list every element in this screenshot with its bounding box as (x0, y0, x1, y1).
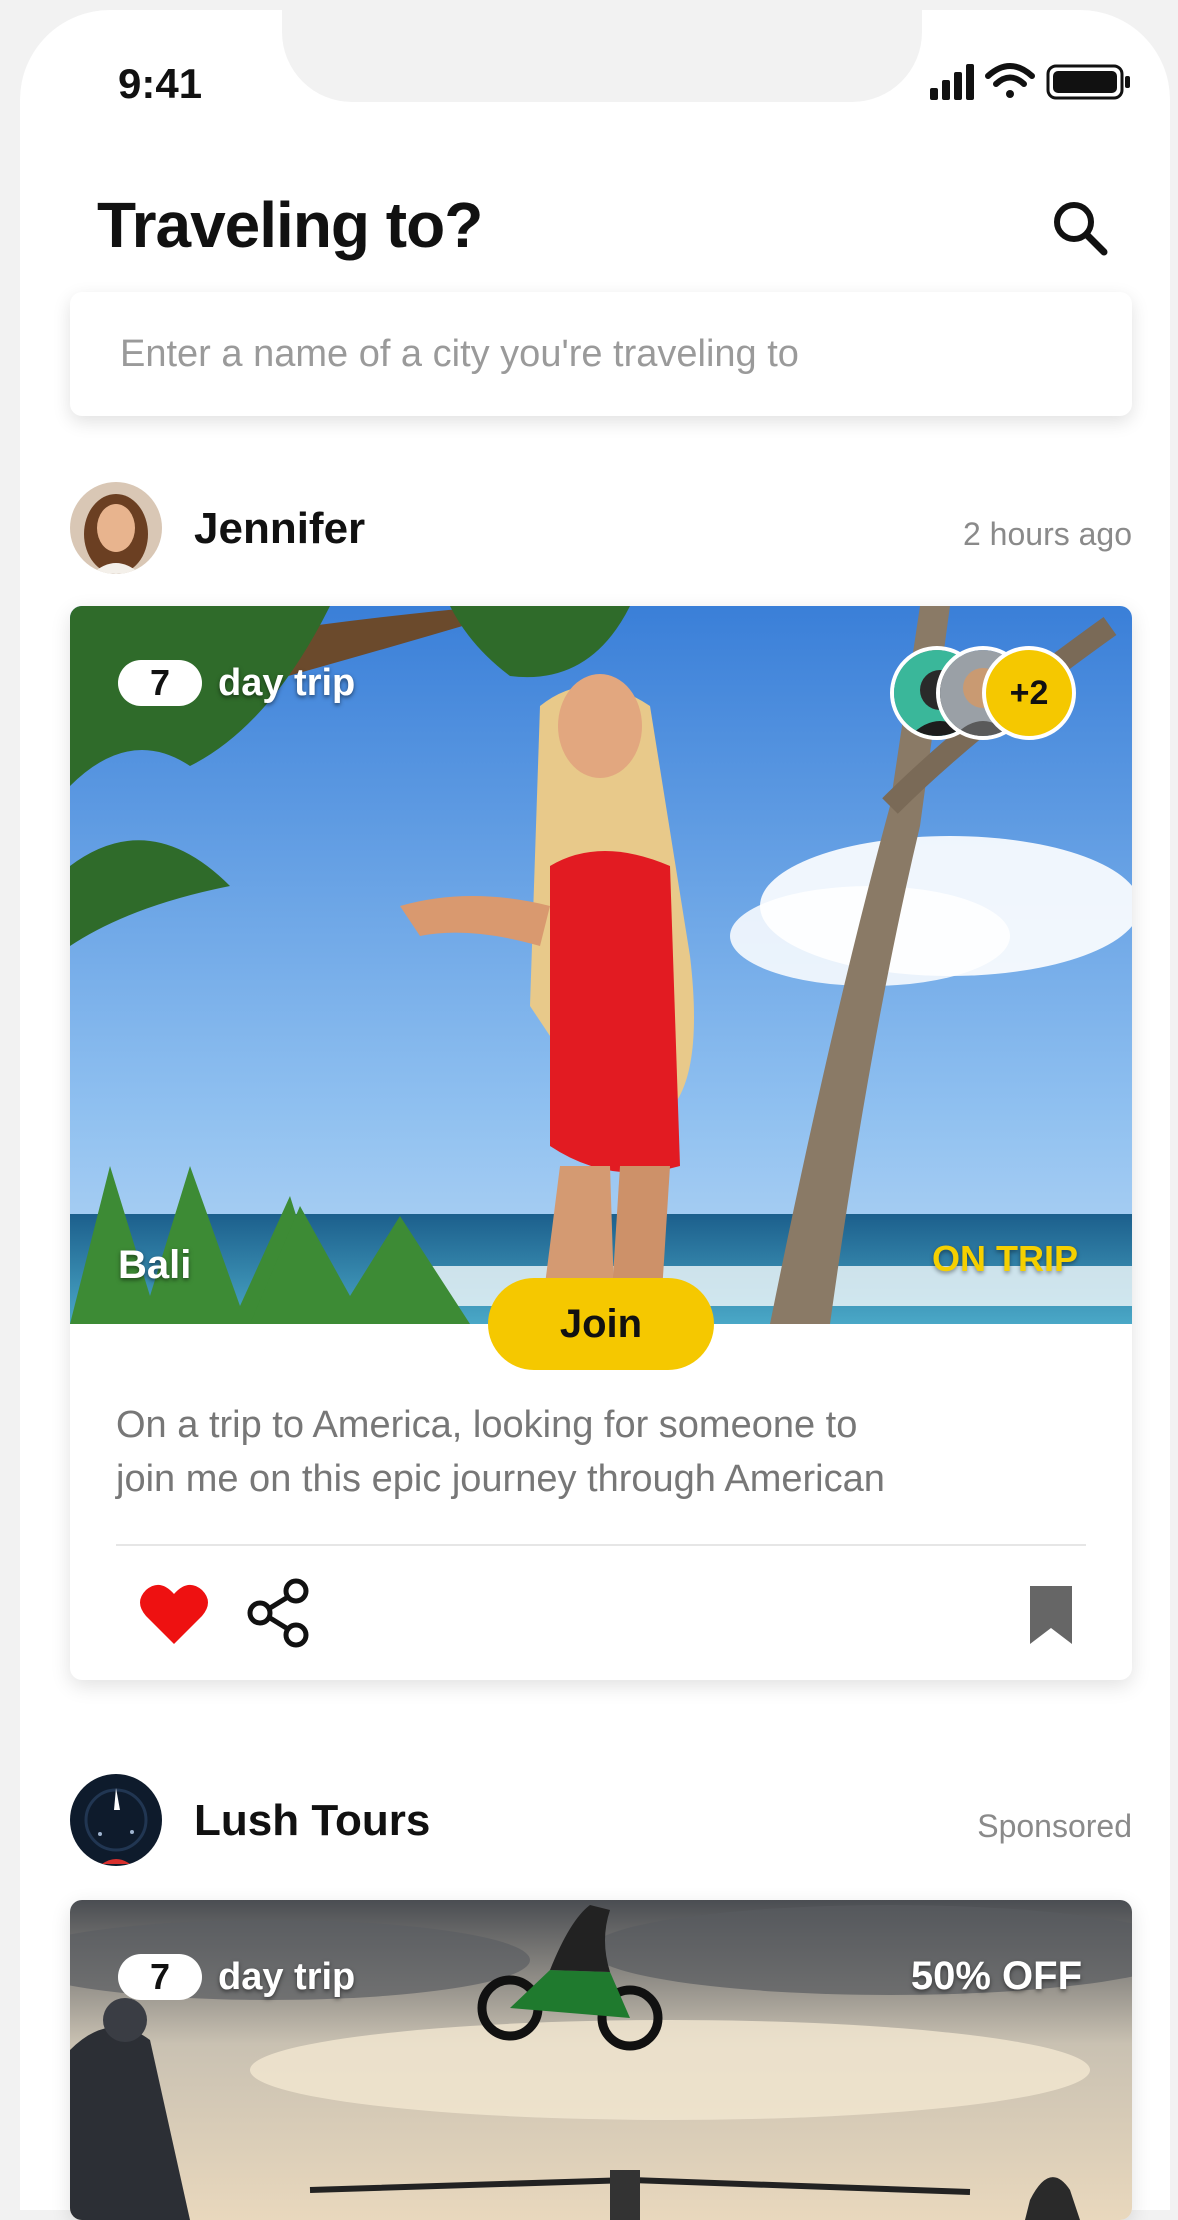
sponsored-label: Sponsored (977, 1808, 1132, 1844)
bookmark-icon[interactable] (1028, 1586, 1074, 1644)
tour-card[interactable]: 7 day trip 50% OFF (70, 1900, 1132, 2220)
search-field[interactable] (70, 292, 1132, 416)
discount-badge: 50% OFF (910, 1954, 1082, 1998)
trip-photo: 7 day trip +2 Bali ON TRIP (70, 606, 1132, 1324)
participants[interactable]: +2 (890, 646, 1082, 742)
divider (116, 1544, 1086, 1546)
post-timestamp: 2 hours ago (962, 516, 1132, 552)
trip-duration-badge: 7 day trip (118, 660, 355, 706)
trip-label: day trip (218, 661, 356, 704)
trip-location: Bali (118, 1243, 192, 1287)
avatar[interactable] (70, 1774, 162, 1866)
share-icon[interactable] (246, 1578, 312, 1648)
trip-card[interactable]: 7 day trip +2 Bali ON TRIP Join On a tri… (70, 606, 1132, 1680)
trip-days: 7 (118, 660, 202, 706)
post-header: Jennifer 2 hours ago (70, 482, 1132, 578)
post-description: On a trip to America, looking for someon… (116, 1398, 1086, 1506)
trip-status: ON TRIP (931, 1238, 1078, 1279)
heart-icon[interactable] (138, 1582, 210, 1646)
trip-label: day trip (218, 1955, 356, 1998)
battery-icon (1046, 64, 1130, 100)
signal-icon (930, 64, 974, 100)
trip-days: 7 (118, 1954, 202, 2000)
tour-photo: 7 day trip 50% OFF (70, 1900, 1132, 2220)
author-name[interactable]: Jennifer (194, 504, 365, 554)
author-name[interactable]: Lush Tours (194, 1796, 430, 1846)
search-icon[interactable] (1050, 198, 1110, 258)
status-time: 9:41 (118, 60, 203, 107)
join-button[interactable]: Join (488, 1278, 714, 1370)
device-notch (282, 10, 922, 102)
page-title: Traveling to? (97, 189, 483, 261)
post-header: Lush Tours Sponsored (70, 1774, 1132, 1870)
description-line: join me on this epic journey through Ame… (116, 1458, 885, 1500)
description-line: On a trip to America, looking for someon… (116, 1404, 858, 1446)
status-icons (930, 63, 1130, 100)
city-search-input[interactable] (118, 331, 1084, 377)
avatar[interactable] (70, 482, 162, 574)
trip-duration-badge: 7 day trip (118, 1954, 355, 2000)
wifi-icon (985, 63, 1035, 98)
post-actions (70, 1576, 1132, 1656)
more-participants-badge: +2 (982, 646, 1076, 740)
